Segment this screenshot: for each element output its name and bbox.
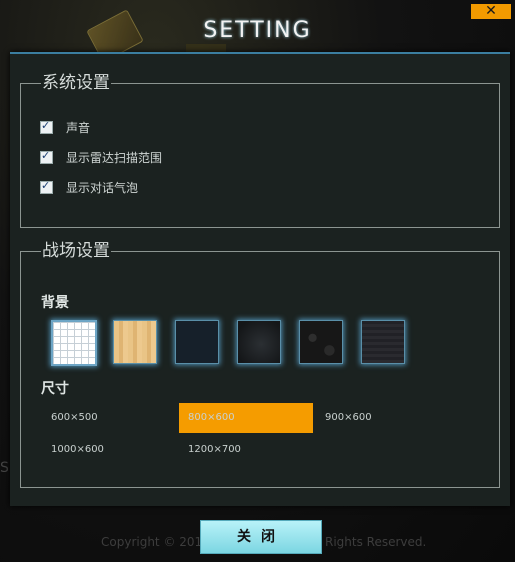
sound-checkbox[interactable] bbox=[40, 119, 53, 134]
size-option-1200x700[interactable]: 1200×700 bbox=[188, 443, 241, 457]
bg-option-dark-stripes[interactable] bbox=[361, 320, 405, 364]
radar-range-option[interactable]: 显示雷达扫描范围 bbox=[40, 149, 162, 165]
chat-bubble-label: 显示对话气泡 bbox=[66, 180, 139, 195]
bg-option-dark-rock[interactable] bbox=[299, 320, 343, 364]
system-settings-legend: 系统设置 bbox=[41, 73, 111, 93]
close-button[interactable]: 关闭 bbox=[200, 520, 322, 554]
bg-option-dark-gray[interactable] bbox=[237, 320, 281, 364]
size-label: 尺寸 bbox=[41, 381, 69, 397]
battle-settings-legend: 战场设置 bbox=[41, 241, 111, 261]
copyright-right: Rights Reserved. bbox=[325, 535, 427, 549]
close-icon[interactable]: ✕ bbox=[471, 4, 511, 19]
chat-bubble-option[interactable]: 显示对话气泡 bbox=[40, 179, 138, 195]
bg-option-white-grid[interactable] bbox=[51, 320, 97, 366]
copyright-left: Copyright © 2012 bbox=[101, 535, 210, 549]
size-option-600x500[interactable]: 600×500 bbox=[51, 411, 98, 425]
dialog-title: SETTING bbox=[203, 18, 312, 43]
radar-range-checkbox[interactable] bbox=[40, 149, 53, 164]
background-label: 背景 bbox=[41, 295, 69, 311]
bg-option-wood[interactable] bbox=[113, 320, 157, 364]
size-option-1000x600[interactable]: 1000×600 bbox=[51, 443, 104, 457]
bg-option-dark-blue[interactable] bbox=[175, 320, 219, 364]
size-option-900x600[interactable]: 900×600 bbox=[325, 411, 372, 425]
sound-label: 声音 bbox=[66, 120, 91, 135]
sound-option[interactable]: 声音 bbox=[40, 119, 90, 135]
size-option-800x600[interactable]: 800×600 bbox=[188, 411, 235, 425]
chat-bubble-checkbox[interactable] bbox=[40, 179, 53, 194]
radar-range-label: 显示雷达扫描范围 bbox=[66, 150, 163, 165]
background-letter: S bbox=[0, 460, 9, 476]
